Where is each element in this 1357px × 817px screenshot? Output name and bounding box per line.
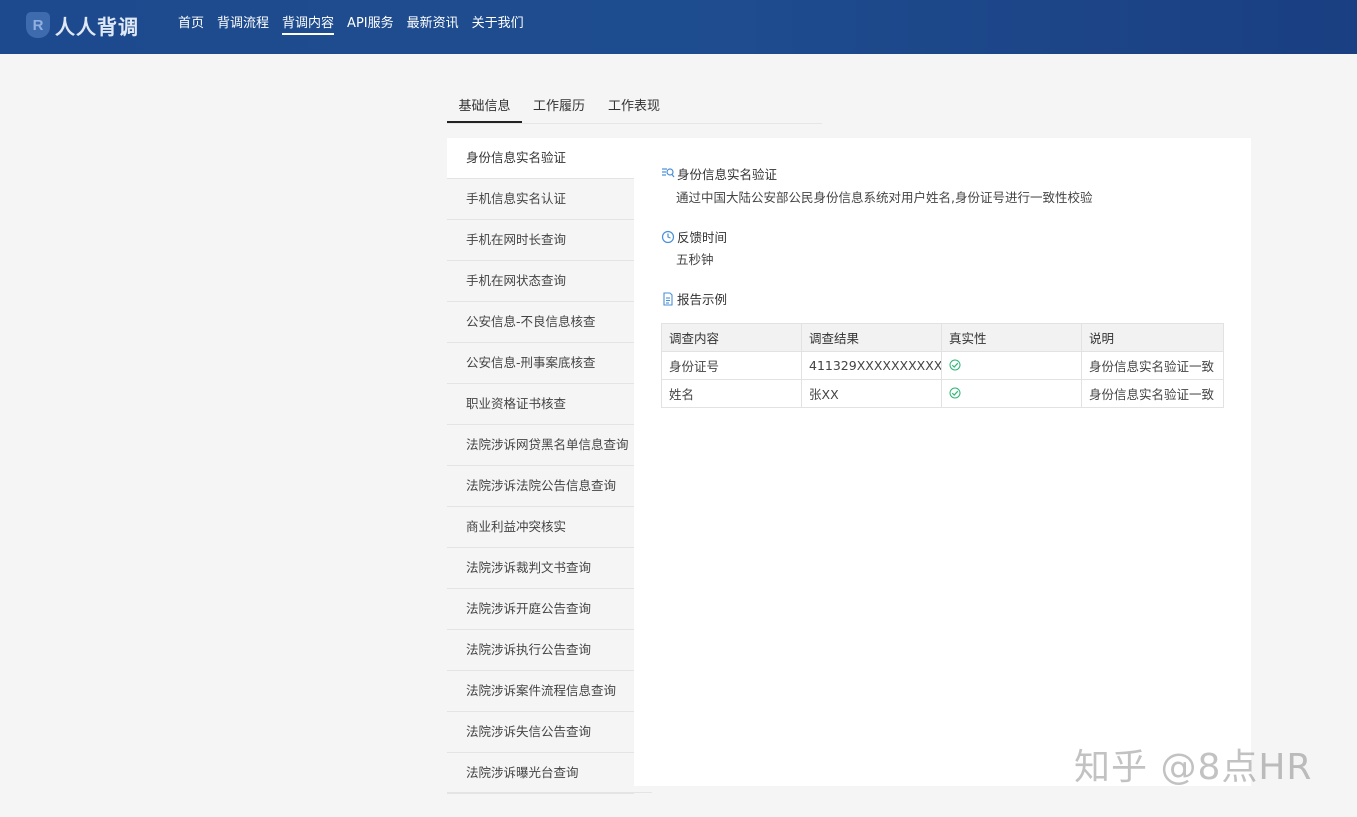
- category-tabs: 基础信息 工作履历 工作表现: [447, 90, 822, 124]
- watermark-text: 知乎 @8点HR: [1074, 747, 1313, 788]
- cell-authentic: [941, 379, 1082, 408]
- tab-work-performance[interactable]: 工作表现: [602, 90, 666, 123]
- sidebar-item-phone-realname[interactable]: 手机信息实名认证: [447, 179, 634, 220]
- cell-note: 身份信息实名验证一致: [1081, 379, 1224, 408]
- nav-api[interactable]: API服务: [347, 0, 394, 48]
- column-header: 说明: [1081, 323, 1224, 352]
- sidebar-item-certificate-check[interactable]: 职业资格证书核查: [447, 384, 634, 425]
- report-label: 报告示例: [677, 292, 728, 307]
- column-header: 调查结果: [801, 323, 942, 352]
- feedback-title-row: 反馈时间: [661, 227, 727, 246]
- sidebar-item-phone-status[interactable]: 手机在网状态查询: [447, 261, 634, 302]
- search-list-icon: [662, 167, 675, 177]
- nav-process[interactable]: 背调流程: [217, 0, 269, 48]
- cell-result: 411329XXXXXXXXXXXX: [801, 351, 942, 380]
- sidebar-item-police-criminal-record[interactable]: 公安信息-刑事案底核查: [447, 343, 634, 384]
- column-header: 调查内容: [661, 323, 802, 352]
- sidebar-item-court-announcement[interactable]: 法院涉诉法院公告信息查询: [447, 466, 634, 507]
- tab-work-history[interactable]: 工作履历: [527, 90, 591, 123]
- cell-item: 身份证号: [661, 351, 802, 380]
- feedback-label: 反馈时间: [677, 230, 728, 245]
- sidebar-item-court-dishonest[interactable]: 法院涉诉失信公告查询: [447, 712, 634, 753]
- clock-icon: [661, 230, 675, 243]
- document-icon: [663, 291, 673, 306]
- sidebar-divider: [447, 792, 652, 793]
- nav-content[interactable]: 背调内容: [282, 0, 335, 48]
- nav-news[interactable]: 最新资讯: [407, 0, 459, 48]
- logo-shield-icon: R: [26, 12, 50, 38]
- table-row: 身份证号 411329XXXXXXXXXXXX 身份信息实名验证一致: [661, 351, 1224, 380]
- nav-about[interactable]: 关于我们: [472, 0, 524, 48]
- detail-panel: 身份信息实名验证 通过中国大陆公安部公民身份信息系统对用户姓名,身份证号进行一致…: [634, 138, 1251, 786]
- column-header: 真实性: [941, 323, 1082, 352]
- logo-text: 人人背调: [55, 14, 139, 39]
- feedback-value: 五秒钟: [676, 252, 714, 267]
- tab-basic-info[interactable]: 基础信息: [447, 90, 522, 123]
- site-logo[interactable]: R 人人背调: [26, 10, 139, 40]
- check-item-sidebar: 身份信息实名验证 手机信息实名认证 手机在网时长查询 手机在网状态查询 公安信息…: [447, 138, 634, 794]
- table-row: 姓名 张XX 身份信息实名验证一致: [661, 379, 1224, 408]
- cell-item: 姓名: [661, 379, 802, 408]
- sidebar-item-police-bad-record[interactable]: 公安信息-不良信息核查: [447, 302, 634, 343]
- sidebar-item-court-exposure[interactable]: 法院涉诉曝光台查询: [447, 753, 634, 794]
- report-example-table: 调查内容 调查结果 真实性 说明 身份证号 411329XXXXXXXXXXXX…: [661, 323, 1224, 408]
- check-icon: [949, 359, 961, 371]
- sidebar-item-court-case-process[interactable]: 法院涉诉案件流程信息查询: [447, 671, 634, 712]
- sidebar-item-id-verification[interactable]: 身份信息实名验证: [447, 138, 634, 179]
- cell-result: 张XX: [801, 379, 942, 408]
- sidebar-item-court-loan-blacklist[interactable]: 法院涉诉网贷黑名单信息查询: [447, 425, 634, 466]
- check-icon: [949, 387, 961, 399]
- sidebar-item-court-execution[interactable]: 法院涉诉执行公告查询: [447, 630, 634, 671]
- detail-title: 身份信息实名验证: [677, 167, 778, 182]
- nav-home[interactable]: 首页: [178, 0, 204, 48]
- sidebar-item-phone-duration[interactable]: 手机在网时长查询: [447, 220, 634, 261]
- detail-description: 通过中国大陆公安部公民身份信息系统对用户姓名,身份证号进行一致性校验: [676, 190, 1093, 205]
- sidebar-item-conflict-of-interest[interactable]: 商业利益冲突核实: [447, 507, 634, 548]
- sidebar-item-court-hearing[interactable]: 法院涉诉开庭公告查询: [447, 589, 634, 630]
- cell-authentic: [941, 351, 1082, 380]
- cell-note: 身份信息实名验证一致: [1081, 351, 1224, 380]
- report-title-row: 报告示例: [661, 289, 727, 308]
- main-nav: 首页 背调流程 背调内容 API服务 最新资讯 关于我们: [178, 0, 537, 54]
- top-header: R 人人背调 首页 背调流程 背调内容 API服务 最新资讯 关于我们: [0, 0, 1357, 54]
- table-header-row: 调查内容 调查结果 真实性 说明: [661, 323, 1224, 352]
- detail-title-row: 身份信息实名验证: [661, 164, 777, 183]
- sidebar-item-court-judgment[interactable]: 法院涉诉裁判文书查询: [447, 548, 634, 589]
